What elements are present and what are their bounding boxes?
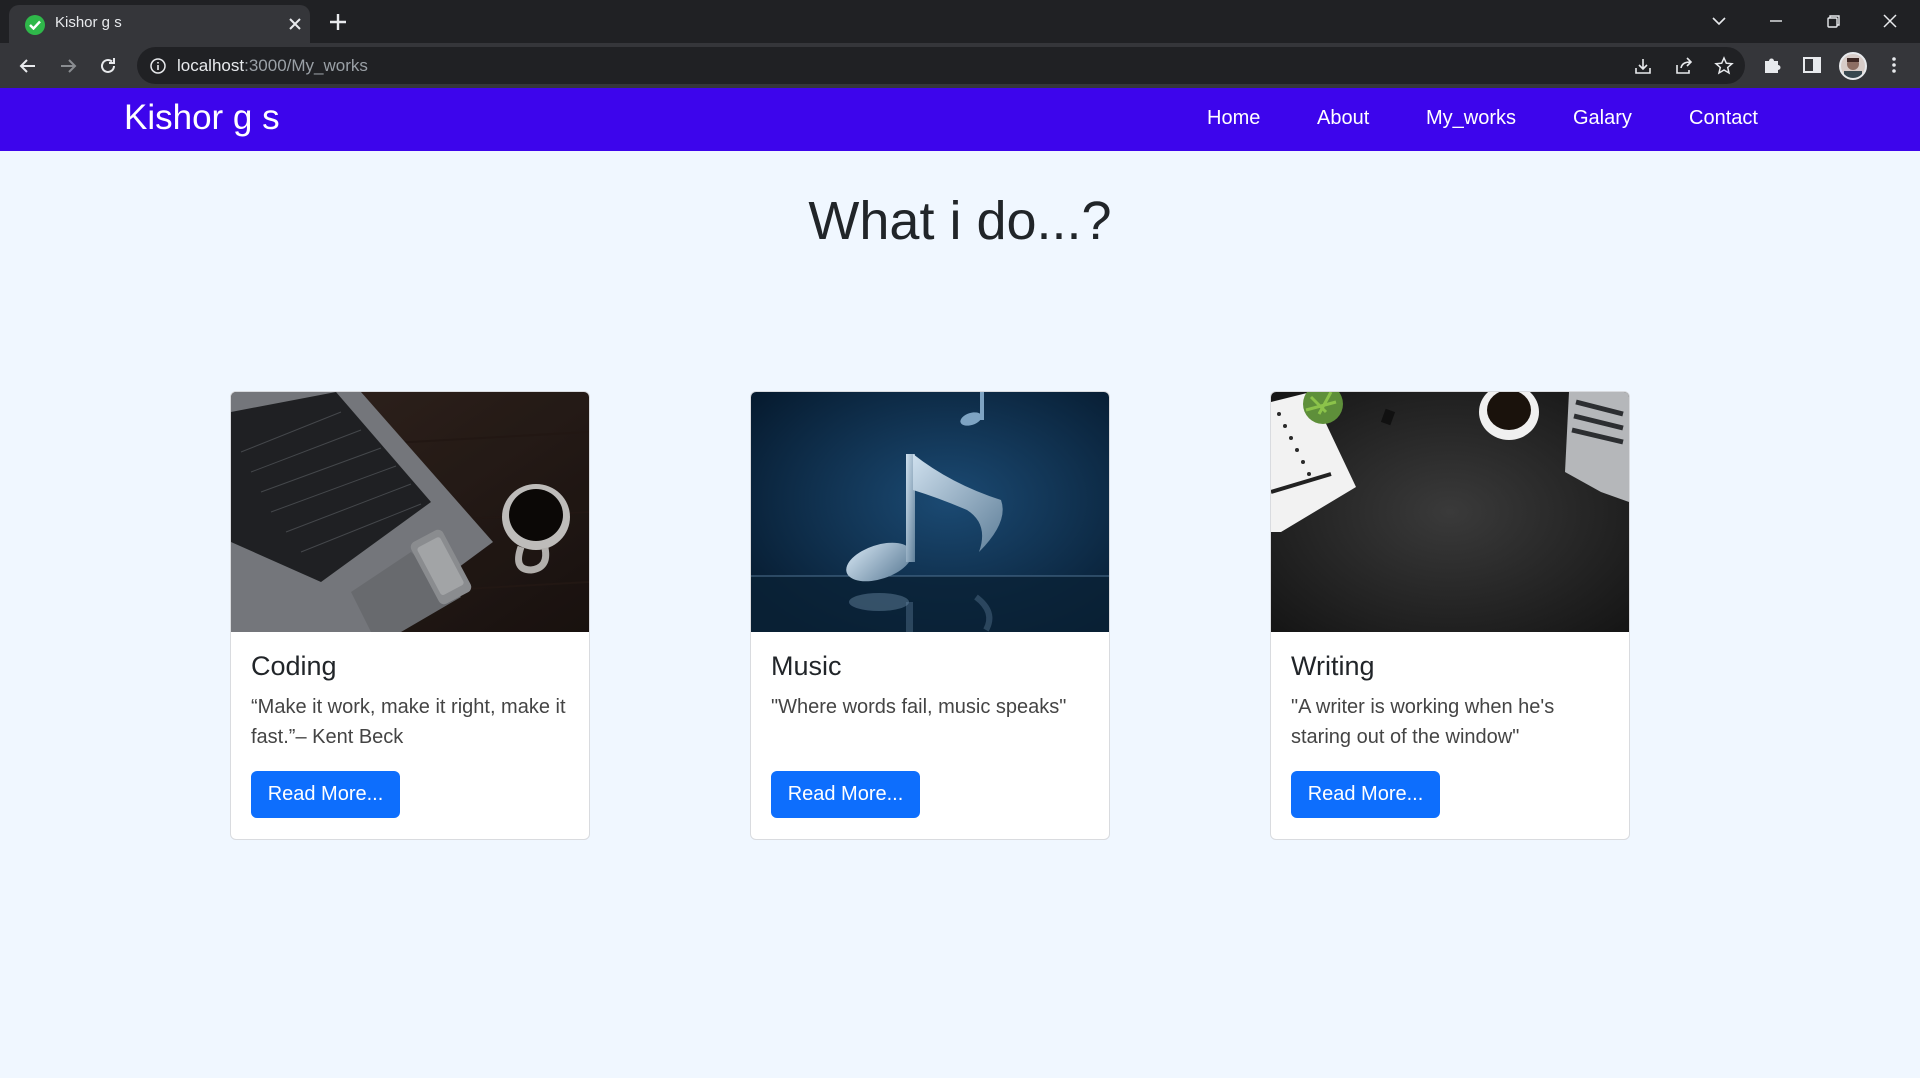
extensions-puzzle-icon[interactable] xyxy=(1760,53,1784,77)
site-navbar: Kishor g s Home About My_works Galary Co… xyxy=(0,88,1920,151)
browser-tabstrip: Kishor g s xyxy=(0,0,1920,43)
card-title: Coding xyxy=(251,651,337,681)
browser-tab[interactable]: Kishor g s xyxy=(9,5,310,43)
card-title: Music xyxy=(771,651,842,681)
nav-link-contact[interactable]: Contact xyxy=(1689,107,1758,130)
work-card-writing: Writing "A writer is working when he's s… xyxy=(1270,391,1630,840)
install-app-icon[interactable] xyxy=(1632,55,1654,77)
read-more-button[interactable]: Read More... xyxy=(1291,771,1440,818)
work-card-coding: Coding “Make it work, make it right, mak… xyxy=(230,391,590,840)
browser-toolbar: localhost:3000/My_works xyxy=(0,43,1920,88)
card-quote: "A writer is working when he's staring o… xyxy=(1291,696,1555,748)
url-host: localhost xyxy=(177,56,245,75)
info-icon[interactable] xyxy=(149,57,167,75)
page-heading: What i do...? xyxy=(808,191,1112,251)
url-text[interactable]: localhost:3000/My_works xyxy=(177,56,368,76)
card-quote: “Make it work, make it right, make it fa… xyxy=(251,696,566,748)
reload-icon[interactable] xyxy=(95,53,121,79)
nav-link-galary[interactable]: Galary xyxy=(1573,107,1632,130)
minimize-icon[interactable] xyxy=(1763,8,1789,34)
new-tab-icon[interactable] xyxy=(326,10,350,34)
restore-icon[interactable] xyxy=(1820,8,1846,34)
close-tab-icon[interactable] xyxy=(285,14,305,34)
address-bar[interactable]: localhost:3000/My_works xyxy=(137,47,1745,84)
forward-arrow-icon[interactable] xyxy=(55,53,81,79)
work-card-music: Music "Where words fail, music speaks" R… xyxy=(750,391,1110,840)
side-panel-icon[interactable] xyxy=(1800,53,1824,77)
read-more-button[interactable]: Read More... xyxy=(251,771,400,818)
tab-search-icon[interactable] xyxy=(1706,8,1732,34)
music-note-image xyxy=(751,392,1109,632)
card-title: Writing xyxy=(1291,651,1375,681)
share-icon[interactable] xyxy=(1673,55,1695,77)
url-path: :3000/My_works xyxy=(244,56,368,75)
back-arrow-icon[interactable] xyxy=(15,53,41,79)
nav-link-my-works[interactable]: My_works xyxy=(1426,107,1516,130)
nav-link-about[interactable]: About xyxy=(1317,107,1369,130)
check-circle-icon xyxy=(25,15,45,35)
card-quote: "Where words fail, music speaks" xyxy=(771,696,1067,718)
laptop-coffee-image xyxy=(231,392,589,632)
more-menu-icon[interactable] xyxy=(1882,53,1906,77)
read-more-button[interactable]: Read More... xyxy=(771,771,920,818)
tab-title: Kishor g s xyxy=(55,14,122,31)
desk-notebook-image xyxy=(1271,392,1629,632)
nav-link-home[interactable]: Home xyxy=(1207,107,1260,130)
profile-avatar[interactable] xyxy=(1839,52,1867,80)
close-window-icon[interactable] xyxy=(1877,8,1903,34)
site-brand[interactable]: Kishor g s xyxy=(124,98,280,138)
bookmark-star-icon[interactable] xyxy=(1713,55,1735,77)
